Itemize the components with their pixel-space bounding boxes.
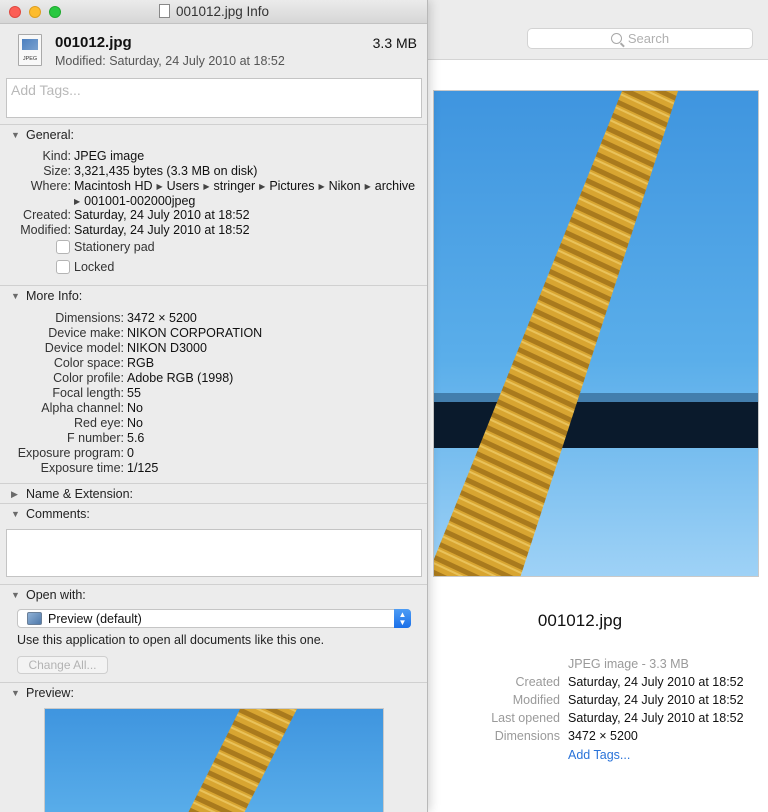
search-icon bbox=[610, 33, 622, 44]
locked-label: Locked bbox=[74, 260, 115, 274]
path-arrow-icon: ▶ bbox=[259, 182, 266, 191]
preview-thumbnail bbox=[44, 708, 384, 812]
more-info-row: Device make: NIKON CORPORATION bbox=[48, 326, 263, 340]
file-size: 3.3 MB bbox=[372, 35, 417, 51]
more-info-row: Focal length: 55 bbox=[52, 386, 141, 400]
disclosure-down-icon: ▼ bbox=[11, 590, 20, 600]
locked-checkbox[interactable] bbox=[56, 260, 70, 274]
more-info-row: Color space: RGB bbox=[53, 356, 155, 370]
section-open-with-header[interactable]: ▼ Open with: bbox=[0, 584, 427, 604]
stationery-label: Stationery pad bbox=[74, 240, 155, 254]
chevron-updown-icon: ▲ ▼ bbox=[394, 609, 411, 628]
info-window: 001012.jpg Info JPEG 001012.jpg 3.3 MB M… bbox=[0, 0, 428, 812]
document-icon bbox=[158, 4, 170, 18]
path-breadcrumb: Macintosh HD ▶ Users ▶ stringer ▶ Pictures ▶ Nik… bbox=[74, 179, 416, 193]
file-name: 001012.jpg bbox=[55, 34, 132, 51]
disclosure-down-icon: ▼ bbox=[11, 291, 20, 301]
jpeg-file-icon: JPEG bbox=[18, 34, 42, 66]
finder-window: Search 001012.jpg JPEG image - 3.3 MB Cr… bbox=[390, 0, 768, 812]
more-info-row: F number: 5.6 bbox=[67, 431, 145, 445]
disclosure-down-icon: ▼ bbox=[11, 509, 20, 519]
search-placeholder: Search bbox=[627, 31, 670, 46]
preview-app-icon bbox=[27, 612, 42, 625]
comments-input[interactable] bbox=[6, 529, 422, 577]
more-info-row: Device model: NIKON D3000 bbox=[44, 341, 207, 355]
rope-photo bbox=[434, 91, 758, 576]
section-general-header[interactable]: ▼ General: bbox=[0, 124, 427, 144]
file-modified: Modified: Saturday, 24 July 2010 at 18:5… bbox=[55, 54, 285, 68]
more-info-row: Exposure program: 0 bbox=[17, 446, 134, 460]
path-arrow-icon: ▶ bbox=[203, 182, 210, 191]
general-where: Where: Macintosh HD ▶ Users ▶ stringer ▶ Pictu… bbox=[30, 179, 416, 193]
disclosure-down-icon: ▼ bbox=[11, 130, 20, 140]
window-title: 001012.jpg Info bbox=[0, 4, 427, 19]
more-info-row: Color profile: Adobe RGB (1998) bbox=[53, 371, 234, 385]
general-size: Size: 3,321,435 bytes (3.3 MB on disk) bbox=[43, 164, 258, 178]
more-info-row: Dimensions: 3472 × 5200 bbox=[55, 311, 197, 325]
finder-toolbar: Search bbox=[391, 0, 768, 60]
preview-info-last-opened: Last opened Saturday, 24 July 2010 at 18… bbox=[491, 711, 744, 725]
change-all-button[interactable]: Change All... bbox=[17, 656, 108, 674]
general-modified: Modified: Saturday, 24 July 2010 at 18:5… bbox=[20, 223, 250, 237]
section-name-extension-header[interactable]: ▶ Name & Extension: bbox=[0, 483, 427, 503]
title-bar[interactable]: 001012.jpg Info bbox=[0, 0, 427, 24]
preview-kind-size: JPEG image - 3.3 MB bbox=[568, 657, 689, 671]
general-where-cont: ▶ 001001-002000jpeg bbox=[74, 194, 196, 208]
general-kind: Kind: JPEG image bbox=[42, 149, 145, 163]
general-created: Created: Saturday, 24 July 2010 at 18:52 bbox=[23, 208, 250, 222]
path-arrow-icon: ▶ bbox=[364, 182, 371, 191]
path-arrow-icon: ▶ bbox=[318, 182, 325, 191]
add-tags-link[interactable]: Add Tags... bbox=[568, 748, 630, 762]
preview-info-dimensions: Dimensions 3472 × 5200 bbox=[494, 729, 638, 743]
section-preview-header[interactable]: ▼ Preview: bbox=[0, 682, 427, 702]
section-more-info-header[interactable]: ▼ More Info: bbox=[0, 285, 427, 305]
stationery-checkbox[interactable] bbox=[56, 240, 70, 254]
more-info-row: Red eye: No bbox=[73, 416, 143, 430]
open-with-select[interactable]: Preview (default) ▲ ▼ bbox=[17, 609, 411, 628]
more-info-row: Alpha channel: No bbox=[41, 401, 143, 415]
section-comments-header[interactable]: ▼ Comments: bbox=[0, 503, 427, 523]
more-info-row: Exposure time: 1/125 bbox=[40, 461, 159, 475]
rope-photo-thumbnail bbox=[45, 709, 383, 812]
path-arrow-icon: ▶ bbox=[156, 182, 163, 191]
open-with-note: Use this application to open all documen… bbox=[17, 633, 325, 647]
image-preview bbox=[433, 90, 759, 577]
disclosure-down-icon: ▼ bbox=[11, 688, 20, 698]
path-arrow-icon: ▶ bbox=[74, 197, 81, 206]
search-field[interactable]: Search bbox=[527, 28, 753, 49]
disclosure-right-icon: ▶ bbox=[11, 489, 18, 499]
preview-info-created: Created Saturday, 24 July 2010 at 18:52 bbox=[515, 675, 744, 689]
preview-info-modified: Modified Saturday, 24 July 2010 at 18:52 bbox=[512, 693, 744, 707]
preview-filename: 001012.jpg bbox=[537, 611, 623, 630]
tags-input[interactable]: Add Tags... bbox=[6, 78, 422, 118]
